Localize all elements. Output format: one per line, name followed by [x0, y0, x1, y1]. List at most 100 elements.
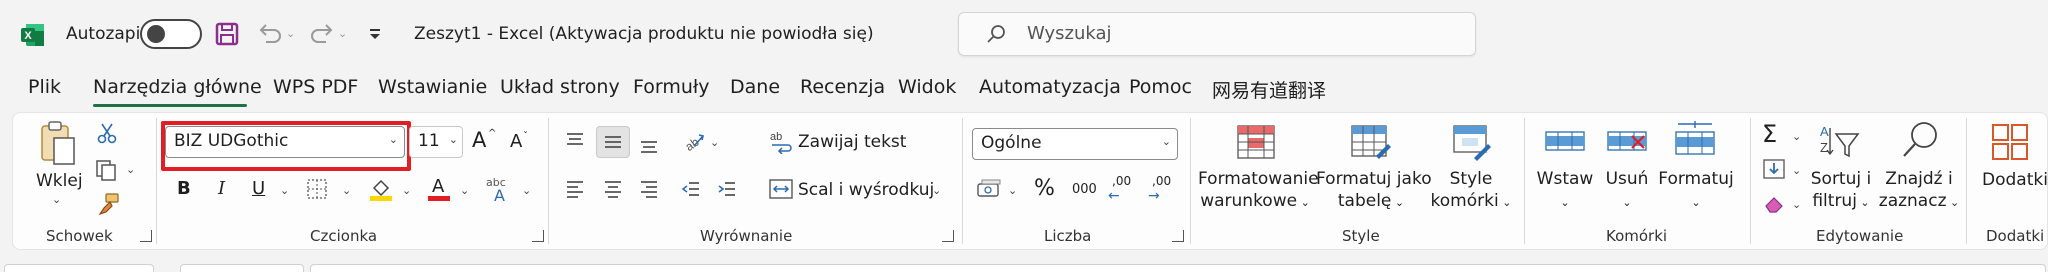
tab-formuly[interactable]: Formuły	[633, 76, 710, 98]
underline-button[interactable]: U	[252, 178, 265, 199]
paste-dropdown-icon[interactable]: ⌄	[52, 193, 61, 206]
align-left-icon[interactable]	[564, 178, 586, 200]
find-select-icon[interactable]	[1900, 120, 1940, 162]
borders-icon[interactable]	[306, 178, 328, 200]
tab-wps-pdf[interactable]: WPS PDF	[273, 76, 358, 98]
tab-wstawianie[interactable]: Wstawianie	[378, 76, 487, 98]
autosum-button[interactable]: Σ	[1762, 120, 1777, 148]
fill-color-dropdown-icon[interactable]: ⌄	[402, 184, 411, 197]
autosave-toggle[interactable]	[140, 19, 202, 49]
phonetic-guide-icon[interactable]: abc A	[486, 176, 516, 205]
font-color-dropdown-icon[interactable]: ⌄	[460, 184, 469, 197]
tab-plik[interactable]: Plik	[28, 76, 61, 98]
tab-recenzja[interactable]: Recenzja	[800, 76, 885, 98]
decrease-indent-icon[interactable]	[680, 178, 702, 200]
tab-youdao-translate[interactable]: 网易有道翻译	[1212, 76, 1326, 103]
format-cells-icon[interactable]	[1674, 120, 1716, 160]
fill-color-icon[interactable]	[368, 176, 394, 202]
align-bottom-icon[interactable]	[638, 134, 660, 156]
svg-text:ab: ab	[770, 131, 782, 143]
paste-icon[interactable]	[38, 120, 78, 168]
italic-button[interactable]: I	[218, 178, 225, 199]
merge-center-dropdown-icon[interactable]: ⌄	[932, 184, 941, 197]
align-center-icon[interactable]	[602, 178, 624, 200]
delete-cells-button[interactable]: Usuń ⌄	[1592, 168, 1662, 214]
tab-automatyzacja[interactable]: Automatyzacja	[979, 76, 1121, 98]
conditional-formatting-label[interactable]: Formatowanie warunkowe ⌄	[1198, 168, 1319, 214]
borders-dropdown-icon[interactable]: ⌄	[342, 184, 351, 197]
copy-icon[interactable]	[94, 158, 118, 182]
shrink-font-icon[interactable]: Aˇ	[510, 131, 534, 155]
percent-button[interactable]: %	[1034, 176, 1055, 201]
format-painter-icon[interactable]	[96, 192, 120, 216]
comma-style-button[interactable]: 000	[1072, 182, 1097, 197]
redo-icon[interactable]	[308, 20, 336, 46]
tab-pomoc[interactable]: Pomoc	[1129, 76, 1192, 98]
font-color-icon[interactable]: A	[426, 176, 452, 202]
increase-decimal-icon[interactable]: ,00 ←	[1108, 174, 1138, 204]
addins-icon[interactable]	[1990, 122, 2030, 162]
number-format-combo[interactable]: Ogólne ⌄	[972, 128, 1178, 160]
search-box[interactable]: Wyszukaj	[958, 12, 1476, 56]
fill-down-icon[interactable]	[1762, 158, 1786, 180]
format-cells-button[interactable]: Formatuj ⌄	[1656, 168, 1736, 214]
insert-cells-icon[interactable]	[1544, 124, 1586, 160]
tab-narzedzia-glowne[interactable]: Narzędzia główne	[93, 76, 262, 98]
increase-indent-icon[interactable]	[716, 178, 738, 200]
wrap-text-button[interactable]: Zawijaj tekst	[798, 132, 906, 152]
conditional-formatting-icon[interactable]	[1236, 124, 1276, 160]
merge-center-button[interactable]: Scal i wyśrodkuj	[798, 180, 934, 200]
search-input[interactable]: Wyszukaj	[1027, 23, 1112, 44]
number-dialog-launcher-icon[interactable]	[1172, 230, 1184, 242]
sort-filter-icon[interactable]: A Z	[1818, 122, 1862, 162]
copy-dropdown-icon[interactable]: ⌄	[126, 163, 135, 176]
undo-dropdown-icon[interactable]: ⌄	[286, 27, 295, 40]
alignment-dialog-launcher-icon[interactable]	[942, 230, 954, 242]
save-icon[interactable]	[214, 21, 240, 47]
insert-cells-button[interactable]: Wstaw ⌄	[1530, 168, 1600, 214]
align-right-icon[interactable]	[638, 178, 660, 200]
font-size-combo[interactable]: 11 ⌄	[409, 126, 463, 158]
decrease-decimal-icon[interactable]: ,00 →	[1148, 174, 1178, 204]
customize-toolbar-icon[interactable]	[368, 26, 382, 40]
paste-label[interactable]: Wklej	[36, 170, 83, 192]
tab-uklad-strony[interactable]: Układ strony	[500, 76, 620, 98]
cut-icon[interactable]	[96, 122, 118, 144]
addins-button[interactable]: Dodatki	[1982, 170, 2048, 190]
formula-bar-controls[interactable]	[180, 264, 304, 272]
font-dialog-launcher-icon[interactable]	[532, 230, 544, 242]
align-top-icon[interactable]	[564, 130, 586, 152]
tab-widok[interactable]: Widok	[898, 76, 956, 98]
cell-styles-label[interactable]: Style komórki ⌄	[1428, 168, 1514, 214]
accounting-dropdown-icon[interactable]: ⌄	[1008, 184, 1017, 197]
sort-filter-button[interactable]: Sortuj i filtruj ⌄	[1806, 168, 1876, 214]
svg-text:ab: ab	[683, 135, 702, 154]
clipboard-dialog-launcher-icon[interactable]	[140, 230, 152, 242]
clear-dropdown-icon[interactable]: ⌄	[1792, 198, 1801, 211]
undo-icon[interactable]	[256, 20, 284, 46]
orientation-dropdown-icon[interactable]: ⌄	[710, 136, 719, 149]
cell-styles-icon[interactable]	[1452, 124, 1492, 162]
autosum-dropdown-icon[interactable]: ⌄	[1792, 130, 1801, 143]
delete-cells-icon[interactable]	[1606, 124, 1648, 160]
name-box[interactable]	[4, 264, 154, 272]
find-select-button[interactable]: Znajdź i zaznacz ⌄	[1876, 168, 1962, 214]
clear-icon[interactable]	[1762, 192, 1786, 214]
redo-dropdown-icon[interactable]: ⌄	[338, 27, 347, 40]
tab-dane[interactable]: Dane	[730, 76, 780, 98]
font-size-dropdown-icon[interactable]: ⌄	[449, 133, 458, 146]
wrap-text-icon[interactable]: ab	[768, 128, 794, 155]
align-middle-icon[interactable]	[602, 131, 624, 153]
underline-dropdown-icon[interactable]: ⌄	[280, 184, 289, 197]
format-as-table-icon[interactable]	[1350, 124, 1392, 162]
merge-center-icon[interactable]	[768, 176, 794, 202]
phonetic-dropdown-icon[interactable]: ⌄	[522, 184, 531, 197]
grow-font-icon[interactable]: A ^	[472, 128, 496, 154]
fill-dropdown-icon[interactable]: ⌄	[1792, 164, 1801, 177]
number-format-dropdown-icon[interactable]: ⌄	[1162, 135, 1171, 148]
format-as-table-label[interactable]: Formatuj jako tabelę ⌄	[1316, 168, 1432, 214]
accounting-format-icon[interactable]	[976, 178, 1002, 202]
formula-bar-input[interactable]	[310, 264, 2046, 272]
bold-button[interactable]: B	[177, 178, 191, 199]
orientation-icon[interactable]: ab	[680, 128, 706, 154]
